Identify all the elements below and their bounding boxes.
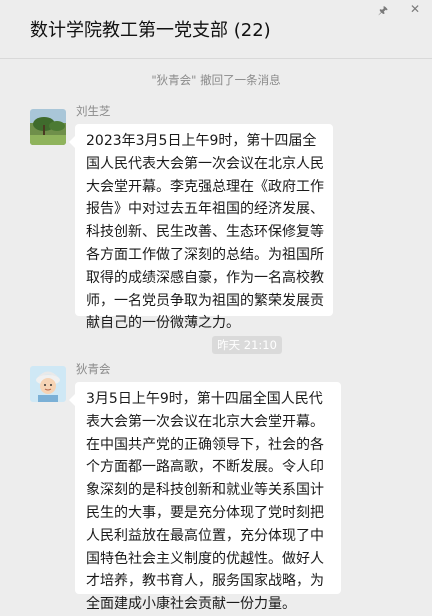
cartoon-person-icon <box>30 366 66 402</box>
close-icon[interactable]: ✕ <box>410 2 420 16</box>
message-bubble[interactable]: 3月5日上午9时，第十四届全国人民代表大会第一次会议在北京大会堂开幕。在中国共产… <box>69 382 341 612</box>
recall-notice: "狄青会" 撤回了一条消息 <box>151 73 281 87</box>
pin-icon[interactable]: 🖈 <box>378 2 388 21</box>
sender-name: 刘生芝 <box>76 104 111 118</box>
avatar[interactable] <box>30 109 66 145</box>
chat-header: 数计学院教工第一党支部 (22) 🖈 ✕ <box>0 0 432 59</box>
sender-name: 狄青会 <box>76 362 111 376</box>
landscape-photo-icon <box>30 109 66 145</box>
avatar[interactable] <box>30 366 66 402</box>
chat-title[interactable]: 数计学院教工第一党支部 (22) <box>30 16 271 42</box>
timestamp-badge: 昨天 21:10 <box>212 336 282 354</box>
message-bubble[interactable]: 2023年3月5日上午9时，第十四届全国人民代表大会第一次会议在北京人民大会堂开… <box>69 124 333 331</box>
